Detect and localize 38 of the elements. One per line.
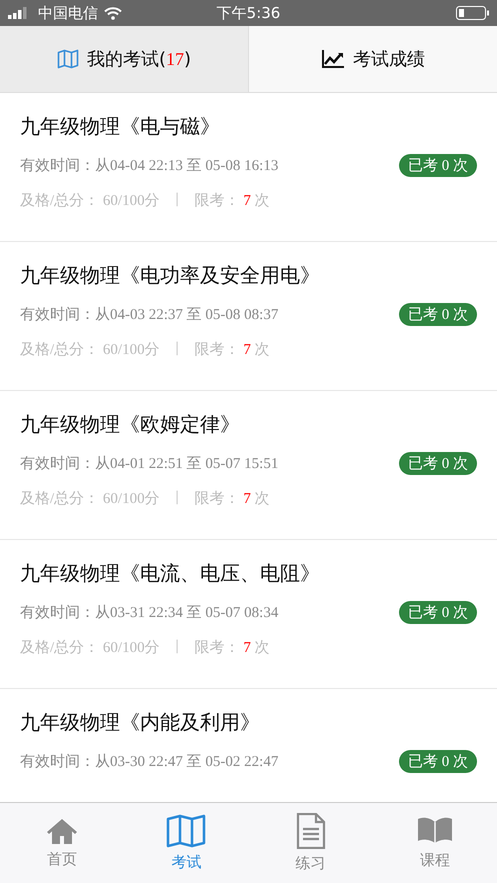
tab[interactable]: 考试成绩 — [249, 26, 497, 92]
exam-title[interactable]: 九年级物理《欧姆定律》 — [20, 409, 477, 439]
valid-time-text: 有效时间：从03-30 22:47 至 05-02 22:47 — [20, 752, 278, 770]
attempts-badge: 已考 0 次 — [399, 750, 477, 772]
map-icon — [56, 49, 79, 69]
separator: | — [176, 489, 179, 507]
exam-title[interactable]: 九年级物理《电功率及安全用电》 — [20, 260, 477, 290]
separator: | — [176, 340, 179, 358]
pass-score-text: 及格/总分： 60/100分 — [20, 490, 160, 508]
attempts-badge: 已考 0 次 — [399, 154, 477, 176]
line-chart-icon — [321, 49, 345, 69]
valid-time-text: 有效时间：从03-31 22:34 至 05-07 08:34 — [20, 604, 278, 622]
separator: | — [176, 638, 179, 656]
battery-icon — [456, 6, 489, 20]
pass-score-text: 及格/总分： 60/100分 — [20, 340, 160, 359]
attempts-badge: 已考 0 次 — [399, 600, 477, 624]
status-time: 下午5:36 — [216, 4, 280, 22]
exam-title[interactable]: 九年级物理《电流、电压、电阻》 — [20, 558, 477, 588]
valid-time-text: 有效时间：从04-03 22:37 至 05-08 08:37 — [20, 306, 278, 324]
wifi-icon — [104, 6, 122, 20]
attempt-limit-text: 限考： 7 次 — [194, 490, 270, 508]
valid-time-text: 有效时间：从04-01 22:51 至 05-07 15:51 — [20, 454, 278, 472]
attempts-badge: 已考 0 次 — [399, 302, 477, 326]
valid-time-text: 有效时间：从04-04 22:13 至 05-08 16:13 — [20, 156, 278, 174]
home-icon — [46, 817, 78, 845]
tab[interactable]: 我的考试(17) — [0, 26, 249, 92]
attempts-badge: 已考 0 次 — [399, 452, 477, 474]
carrier-name: 中国电信 — [38, 4, 98, 22]
attempt-limit-text: 限考： 7 次 — [194, 340, 270, 359]
exam-title[interactable]: 九年级物理《内能及利用》 — [20, 707, 477, 737]
map-icon — [166, 814, 206, 848]
separator: | — [176, 191, 179, 209]
document-icon — [296, 813, 326, 849]
exam-title[interactable]: 九年级物理《电与磁》 — [20, 111, 477, 141]
attempt-limit-text: 限考： 7 次 — [194, 638, 270, 657]
attempt-limit-text: 限考： 7 次 — [194, 192, 270, 210]
pass-score-text: 及格/总分： 60/100分 — [20, 638, 160, 657]
pass-score-text: 及格/总分： 60/100分 — [20, 192, 160, 210]
